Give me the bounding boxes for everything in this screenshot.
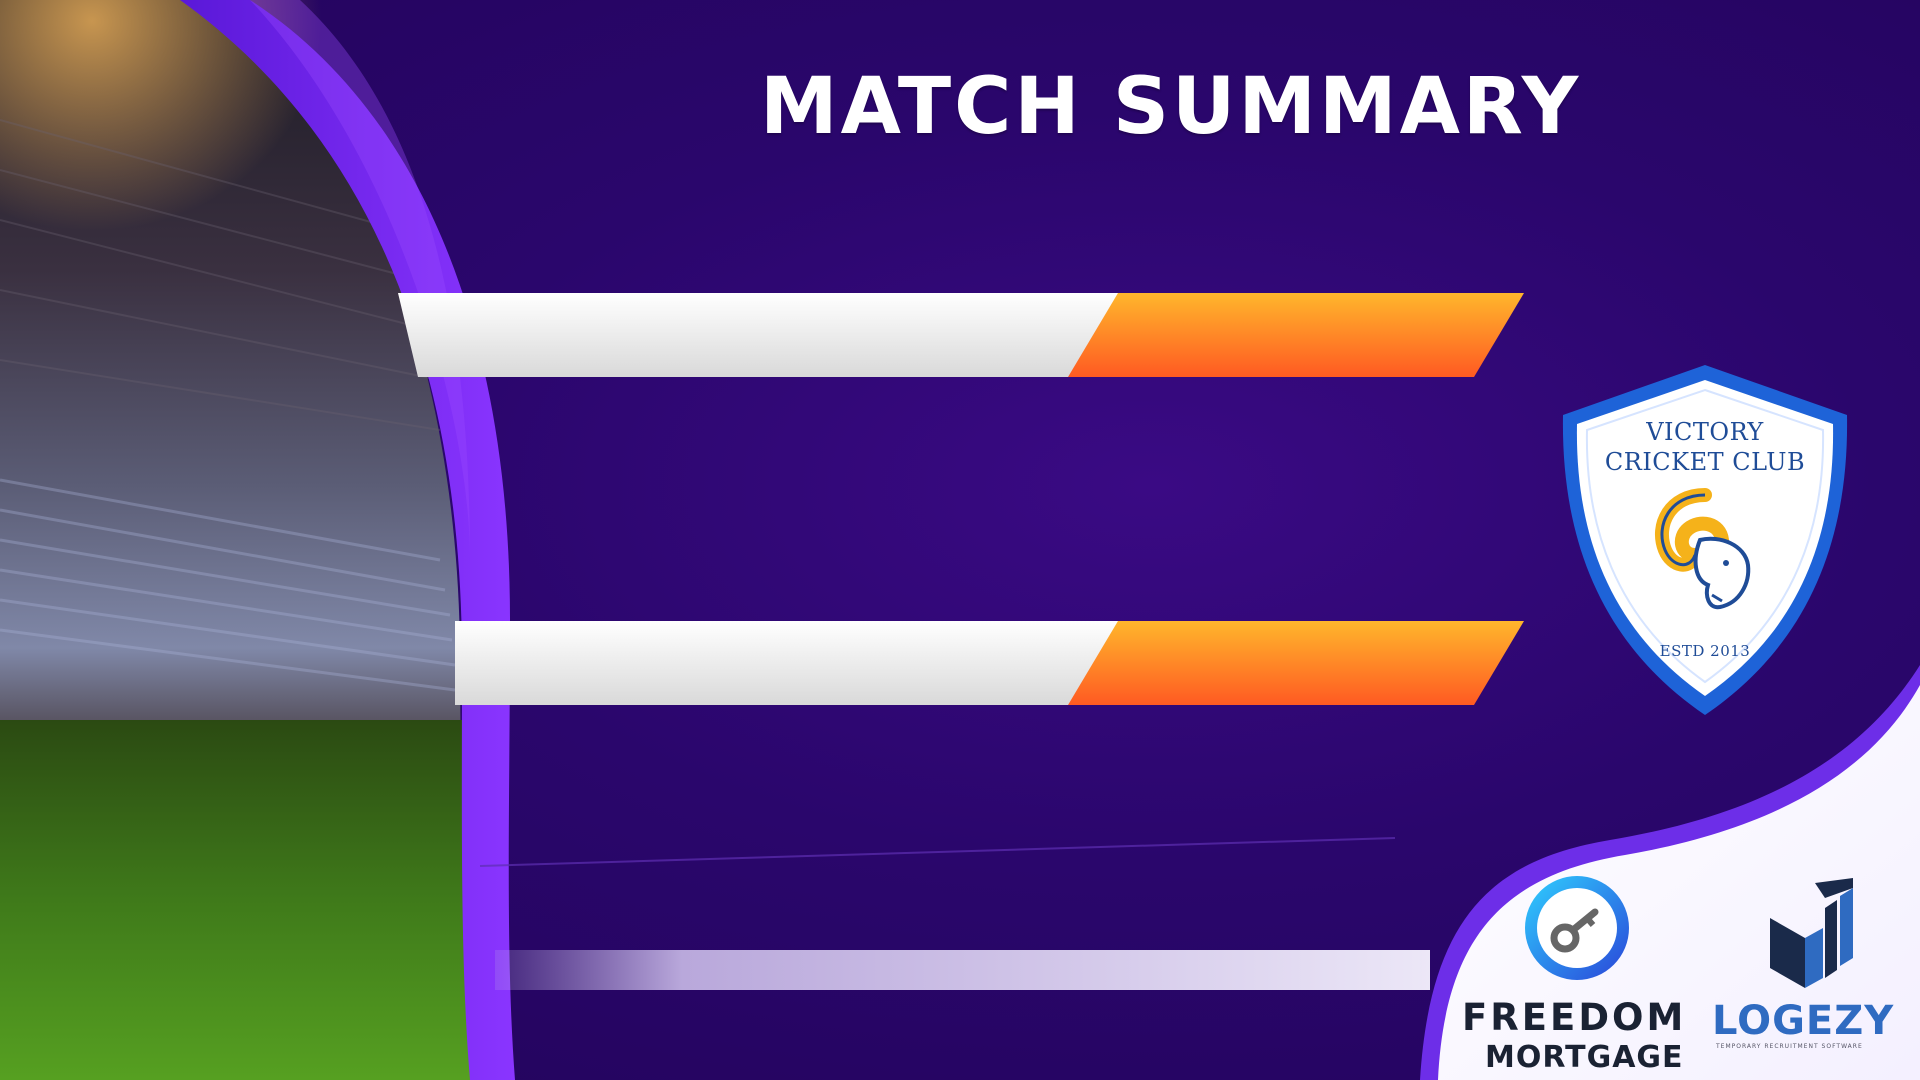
freedom-sponsor-line2: MORTGAGE [1485, 1040, 1684, 1075]
key-circle-icon [1525, 876, 1629, 980]
score-bar-team-1-score-field [1068, 293, 1524, 377]
score-bar-team-1-name-field [398, 293, 1133, 377]
team-name-line1: VICTORY [1646, 418, 1764, 446]
ram-head-icon [1654, 488, 1751, 610]
score-bar-team-2-score-field [1068, 621, 1524, 705]
team-name-line2: CRICKET CLUB [1604, 448, 1806, 476]
team-crest: VICTORY CRICKET CLUB ESTD 2013 [1555, 360, 1855, 720]
page-title: MATCH SUMMARY [760, 62, 1582, 152]
logezy-sponsor-name: LOGEZY [1712, 998, 1895, 1044]
score-bar-team-2-name-field [455, 621, 1133, 705]
score-bar-team-1 [398, 293, 1524, 377]
freedom-sponsor-line1: FREEDOM [1462, 996, 1687, 1039]
score-bar-team-2 [455, 621, 1524, 705]
logezy-sponsor-tagline: TEMPORARY RECRUITMENT SOFTWARE [1716, 1043, 1863, 1050]
team-established: ESTD 2013 [1659, 642, 1751, 660]
cube-bars-icon [1770, 878, 1853, 988]
